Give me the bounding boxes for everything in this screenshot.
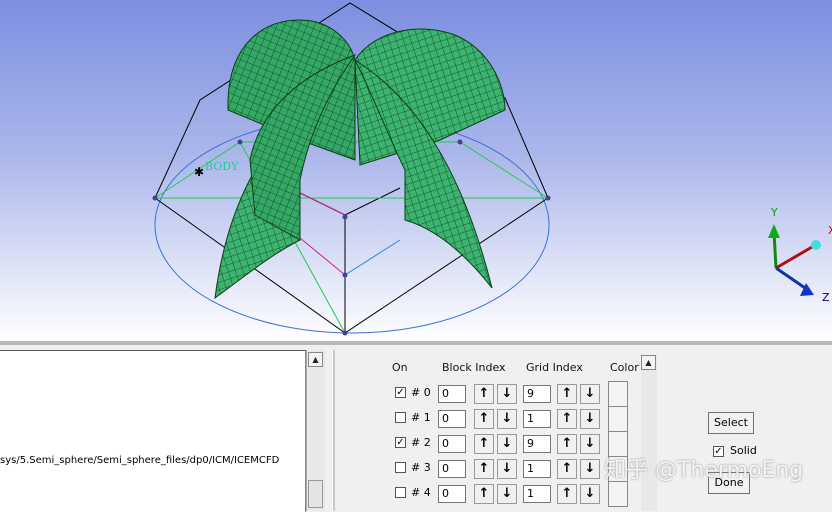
row-color-swatch[interactable]	[608, 481, 628, 507]
arrow-down-icon[interactable]: ↓	[580, 409, 600, 429]
row-on-checkbox[interactable]: ✓	[395, 437, 406, 448]
body-marker: ✱	[194, 165, 204, 179]
grid-index-field[interactable]: 9	[523, 435, 551, 453]
arrow-down-icon[interactable]: ↓	[497, 434, 517, 454]
message-log[interactable]: sys/5.Semi_sphere/Semi_sphere_files/dp0/…	[0, 350, 306, 512]
table-row: ✓ # 2 0 ↑ ↓ 9 ↑ ↓	[390, 431, 640, 457]
block-index-field[interactable]: 0	[438, 385, 466, 403]
row-on-checkbox[interactable]	[395, 462, 406, 473]
arrow-up-icon[interactable]: ↑	[474, 459, 494, 479]
arrow-up-icon[interactable]: ↑	[557, 484, 577, 504]
arrow-down-icon[interactable]: ↓	[580, 459, 600, 479]
panel-divider	[332, 350, 335, 511]
check-icon: ✓	[396, 437, 405, 448]
table-row: # 1 0 ↑ ↓ 1 ↑ ↓	[390, 406, 640, 432]
grid-index-field[interactable]: 1	[523, 460, 551, 478]
axis-z-label: Z	[822, 291, 830, 304]
table-row: ✓ # 0 0 ↑ ↓ 9 ↑ ↓	[390, 381, 640, 407]
table-scrollbar[interactable]: ▲	[641, 355, 657, 511]
row-label: # 3	[411, 461, 431, 474]
row-on-checkbox[interactable]	[395, 412, 406, 423]
block-index-field[interactable]: 0	[438, 460, 466, 478]
arrow-up-icon[interactable]: ↑	[557, 409, 577, 429]
header-color: Color	[610, 361, 639, 374]
watermark: 知乎 @ThermoEng	[604, 458, 804, 483]
arrow-up-icon[interactable]: ↑	[474, 409, 494, 429]
arrow-up-icon[interactable]: ↑	[557, 459, 577, 479]
arrow-up-icon[interactable]: ↑	[474, 484, 494, 504]
table-row: # 4 0 ↑ ↓ 1 ↑ ↓	[390, 481, 640, 507]
3d-viewport[interactable]: ✱ BODY Y X Z	[0, 0, 832, 341]
row-label: # 1	[411, 411, 431, 424]
header-grid-index: Grid Index	[526, 361, 583, 374]
log-scroll-thumb[interactable]	[308, 480, 323, 508]
block-index-field[interactable]: 0	[438, 410, 466, 428]
log-scrollbar[interactable]: ▲	[306, 350, 325, 511]
row-label: # 0	[411, 386, 431, 399]
arrow-up-icon[interactable]: ↑	[474, 384, 494, 404]
row-on-checkbox[interactable]	[395, 487, 406, 498]
arrow-down-icon[interactable]: ↓	[497, 459, 517, 479]
axis-triad[interactable]: Y X Z	[768, 206, 832, 304]
check-icon: ✓	[396, 387, 405, 398]
scroll-up-icon[interactable]: ▲	[308, 352, 323, 367]
grid-index-field[interactable]: 1	[523, 410, 551, 428]
row-label: # 4	[411, 486, 431, 499]
row-color-swatch[interactable]	[608, 381, 628, 407]
arrow-down-icon[interactable]: ↓	[580, 484, 600, 504]
arrow-down-icon[interactable]: ↓	[497, 384, 517, 404]
arrow-down-icon[interactable]: ↓	[497, 409, 517, 429]
axis-y-label: Y	[770, 206, 778, 219]
arrow-down-icon[interactable]: ↓	[497, 484, 517, 504]
axis-x-label: X	[828, 224, 832, 237]
header-block-index: Block Index	[442, 361, 506, 374]
grid-index-field[interactable]: 1	[523, 485, 551, 503]
arrow-up-icon[interactable]: ↑	[557, 384, 577, 404]
arrow-down-icon[interactable]: ↓	[580, 384, 600, 404]
block-index-field[interactable]: 0	[438, 435, 466, 453]
scroll-up-icon[interactable]: ▲	[641, 355, 656, 370]
arrow-down-icon[interactable]: ↓	[580, 434, 600, 454]
body-label: BODY	[205, 160, 239, 173]
row-color-swatch[interactable]	[608, 406, 628, 432]
log-line: sys/5.Semi_sphere/Semi_sphere_files/dp0/…	[0, 455, 280, 466]
row-label: # 2	[411, 436, 431, 449]
arrow-up-icon[interactable]: ↑	[557, 434, 577, 454]
grid-index-field[interactable]: 9	[523, 385, 551, 403]
row-on-checkbox[interactable]: ✓	[395, 387, 406, 398]
select-button[interactable]: Select	[708, 412, 754, 434]
arrow-up-icon[interactable]: ↑	[474, 434, 494, 454]
header-on: On	[392, 361, 408, 374]
block-index-field[interactable]: 0	[438, 485, 466, 503]
table-row: # 3 0 ↑ ↓ 1 ↑ ↓	[390, 456, 640, 482]
geometry-canvas[interactable]: ✱ BODY Y X Z	[0, 0, 832, 341]
